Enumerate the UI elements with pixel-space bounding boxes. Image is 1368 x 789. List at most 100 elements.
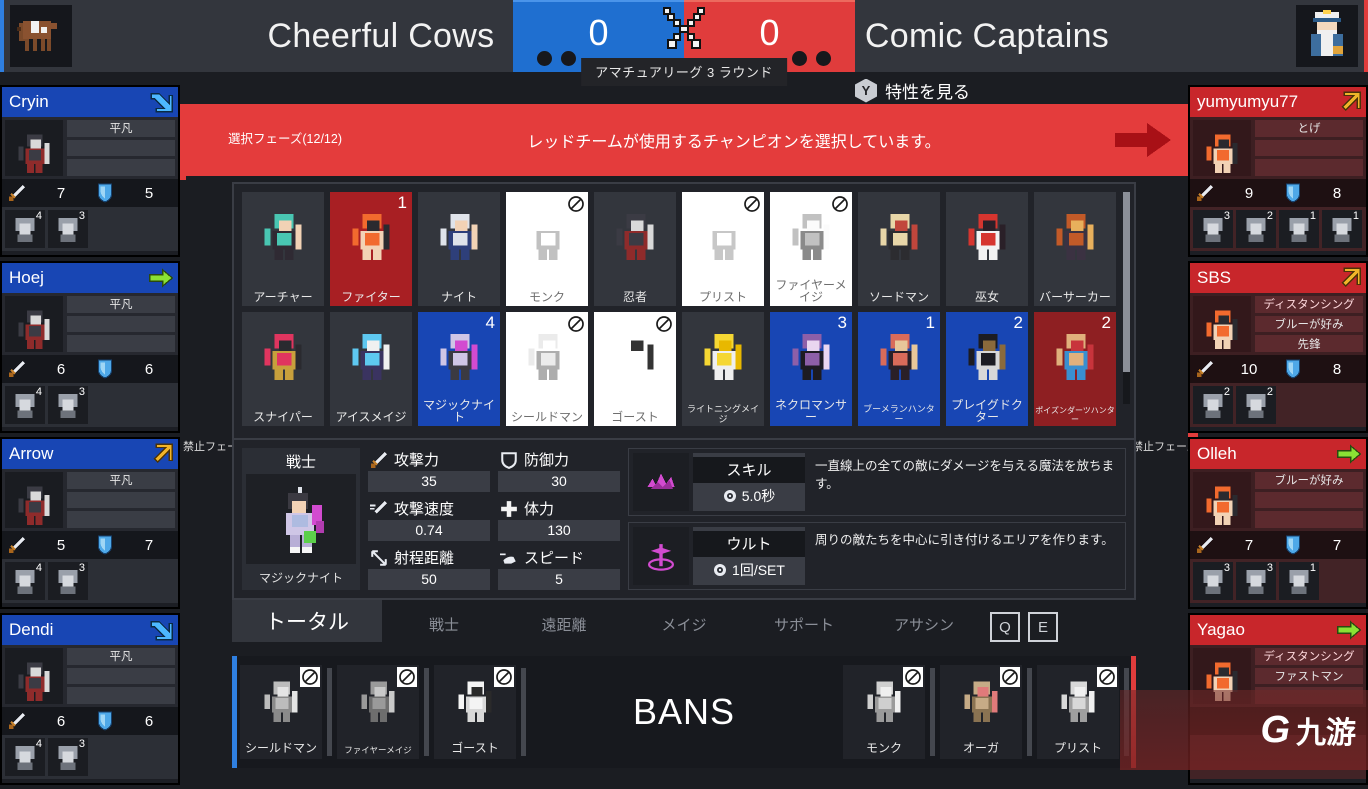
champion-grid-scrollbar[interactable] <box>1123 192 1130 404</box>
defense-value: 5 <box>144 184 154 202</box>
stat-攻撃力: 攻撃力 35 <box>368 448 490 492</box>
champion-card[interactable]: 1 ブーメランハンター <box>858 312 940 426</box>
key-e-button[interactable]: E <box>1028 612 1058 642</box>
scrollbar-thumb[interactable] <box>1123 192 1130 372</box>
sword-icon <box>1196 360 1214 378</box>
champion-card[interactable]: 2 ポイズンダーツハンター <box>1034 312 1116 426</box>
player-pick-slot[interactable]: 2 <box>1193 386 1233 424</box>
champion-name: ゴースト <box>611 410 659 425</box>
champion-card[interactable]: ファイヤーメイジ <box>770 192 852 306</box>
champion-card[interactable]: スナイパー <box>242 312 324 426</box>
ban-slot[interactable]: ファイヤーメイジ <box>337 665 419 759</box>
player-pick-slot[interactable]: 2 <box>1236 210 1276 248</box>
pick-cost: 4 <box>35 386 42 398</box>
player-pick-slot[interactable]: 2 <box>1236 386 1276 424</box>
player-card[interactable]: Dendi 平凡 6643 <box>0 613 180 785</box>
ban-icon <box>1097 667 1117 687</box>
unit-portrait-card: 戦士 マジックナイト <box>242 448 360 590</box>
defense-value: 7 <box>144 536 154 554</box>
ban-slot[interactable]: ゴースト <box>434 665 516 759</box>
attack-value: 6 <box>56 712 66 730</box>
champion-card[interactable]: アイスメイジ <box>330 312 412 426</box>
champion-name: シールドマン <box>510 410 583 425</box>
player-card-body: ディスタンシング ブルーが好み 先鋒 <box>1190 293 1366 355</box>
round-dot <box>816 51 831 66</box>
champion-card[interactable]: アーチャー <box>242 192 324 306</box>
tab-トータル[interactable]: トータル <box>232 600 382 642</box>
health-icon <box>500 500 518 518</box>
player-pick-slot[interactable]: 1 <box>1279 210 1319 248</box>
champion-card[interactable]: 2 プレイグドクター <box>946 312 1028 426</box>
tab-アサシン[interactable]: アサシン <box>866 606 982 642</box>
player-pick-slot[interactable]: 4 <box>5 210 45 248</box>
champion-card[interactable]: ゴースト <box>594 312 676 426</box>
champion-card[interactable]: プリスト <box>682 192 764 306</box>
player-pick-slot[interactable]: 3 <box>1193 562 1233 600</box>
player-trait: とげ <box>1255 120 1363 137</box>
player-pick-slot[interactable]: 3 <box>48 562 88 600</box>
view-traits-button[interactable]: Y 特性を見る <box>855 78 970 103</box>
player-card[interactable]: SBS ディスタンシング ブルーが好み 先鋒 10 8 2 2 <box>1188 261 1368 433</box>
pick-cost: 1 <box>1352 210 1359 222</box>
pick-cost: 3 <box>1223 562 1230 574</box>
champion-card[interactable]: バーサーカー <box>1034 192 1116 306</box>
player-card[interactable]: Arrow 平凡 5743 <box>0 437 180 609</box>
player-pick-slot[interactable]: 3 <box>48 738 88 776</box>
player-pick-slot[interactable]: 3 <box>48 386 88 424</box>
ban-icon <box>830 194 850 214</box>
ban-slot[interactable]: オーガ <box>940 665 1022 759</box>
tab-メイジ[interactable]: メイジ <box>626 606 742 642</box>
champion-card[interactable]: 1 ファイター <box>330 192 412 306</box>
player-defense: 8 <box>1278 183 1366 203</box>
player-card-header: yumyumyu77 <box>1190 87 1366 117</box>
champion-card[interactable]: 忍者 <box>594 192 676 306</box>
champion-card[interactable]: シールドマン <box>506 312 588 426</box>
ban-divider <box>327 668 332 756</box>
ban-slot[interactable]: シールドマン <box>240 665 322 759</box>
player-card-header: Hoej <box>2 263 178 293</box>
tab-戦士[interactable]: 戦士 <box>386 606 502 642</box>
tab-遠距離[interactable]: 遠距離 <box>506 606 622 642</box>
champion-name: ネクロマンサー <box>774 397 847 425</box>
player-pick-slot[interactable]: 4 <box>5 562 45 600</box>
champion-card[interactable]: 4 マジックナイト <box>418 312 500 426</box>
player-pick-slot[interactable]: 3 <box>1236 562 1276 600</box>
ban-slot[interactable]: プリスト <box>1037 665 1119 759</box>
player-traits: 平凡 <box>67 648 175 705</box>
tab-サポート[interactable]: サポート <box>746 606 862 642</box>
player-pick-slot[interactable]: 4 <box>5 386 45 424</box>
champion-card[interactable]: ソードマン <box>858 192 940 306</box>
player-pick-slot[interactable]: 3 <box>1193 210 1233 248</box>
champion-card[interactable]: ライトニングメイジ <box>682 312 764 426</box>
key-q-button[interactable]: Q <box>990 612 1020 642</box>
arrow-up-right-icon <box>144 439 178 469</box>
ban-icon <box>1000 667 1020 687</box>
player-card[interactable]: Olleh ブルーが好み 77331 <box>1188 437 1368 609</box>
champion-card[interactable]: 巫女 <box>946 192 1028 306</box>
player-picks: 43 <box>2 559 178 603</box>
champion-name: 巫女 <box>974 290 999 305</box>
player-card[interactable]: Cryin 平凡 7543 <box>0 85 180 257</box>
player-pick-slot[interactable]: 1 <box>1322 210 1362 248</box>
pick-cost: 4 <box>35 562 42 574</box>
player-trait: 平凡 <box>67 472 175 489</box>
player-pick-slot[interactable]: 4 <box>5 738 45 776</box>
player-name: Arrow <box>9 444 54 463</box>
champion-card[interactable]: 3 ネクロマンサー <box>770 312 852 426</box>
phase-message: レッドチームが使用するチャンピオンを選択しています。 <box>527 134 941 151</box>
phase-counter: 選択フェーズ(12/12) <box>228 132 342 147</box>
champion-card[interactable]: モンク <box>506 192 588 306</box>
ban-slot[interactable]: モンク <box>843 665 925 759</box>
round-dot <box>792 51 807 66</box>
key-hint-icon: Y <box>855 78 877 103</box>
avatar <box>5 472 63 528</box>
ban-divider <box>1027 668 1032 756</box>
player-pick-slot[interactable]: 1 <box>1279 562 1319 600</box>
pick-cost: 2 <box>1266 386 1273 398</box>
player-name: Yagao <box>1197 620 1245 639</box>
player-pick-slot[interactable]: 3 <box>48 210 88 248</box>
stat-体力: 体力 130 <box>498 497 620 541</box>
champion-card[interactable]: ナイト <box>418 192 500 306</box>
player-card[interactable]: yumyumyu77 とげ 983211 <box>1188 85 1368 257</box>
player-card[interactable]: Hoej 平凡 6643 <box>0 261 180 433</box>
